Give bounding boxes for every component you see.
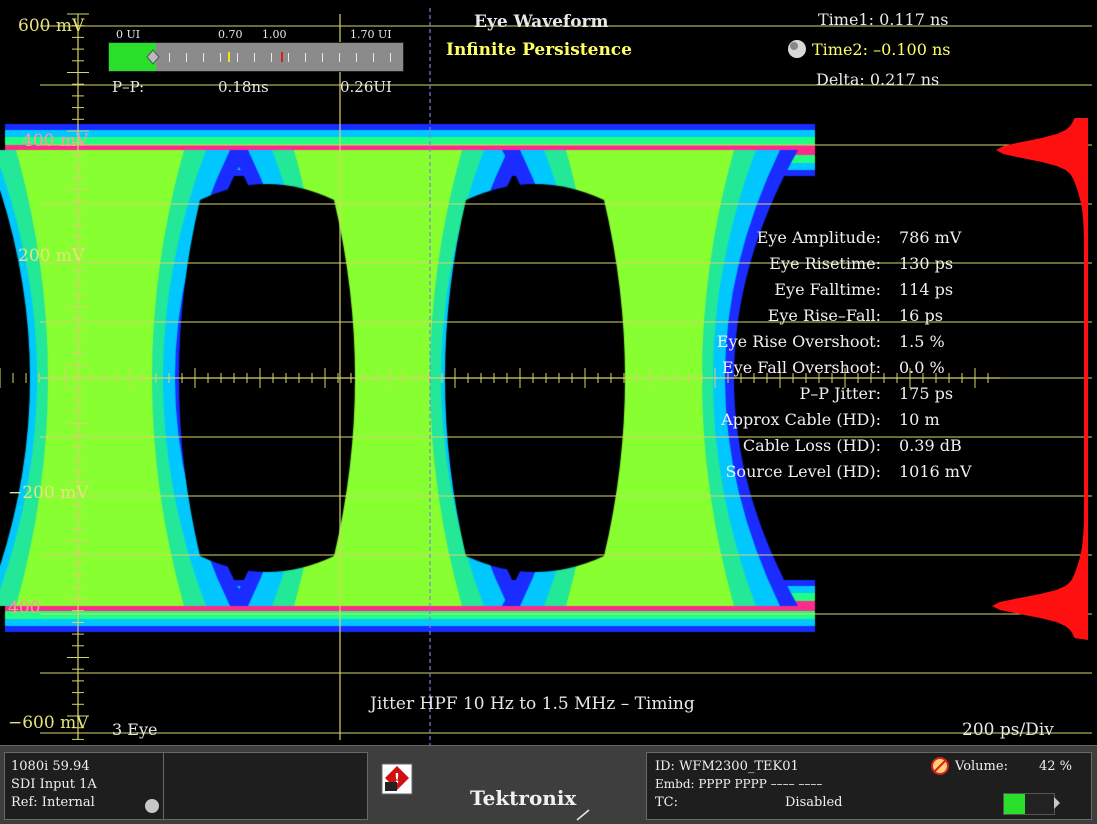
measurement-label: Source Level (HD): <box>725 462 881 481</box>
measurement-label: Eye Rise Overshoot: <box>716 332 881 351</box>
timebase-label: 200 ps/Div <box>962 720 1054 740</box>
measurement-row: Cable Loss (HD): 0.39 dB <box>581 434 989 458</box>
volume-label: Volume: <box>955 759 1008 774</box>
measurement-label: P–P Jitter: <box>799 384 881 403</box>
y-label-bottom: −600 mV <box>8 713 89 733</box>
input-name: SDI Input 1A <box>11 777 97 792</box>
ruler-tick <box>356 53 357 62</box>
input-status-panel: 1080i 59.94 SDI Input 1A Ref: Internal <box>4 752 368 820</box>
measurement-row: Eye Falltime: 114 ps <box>581 278 989 302</box>
display-title: Eye Waveform <box>474 12 609 32</box>
y-label-upper: 200 mV <box>18 246 85 266</box>
instrument-status-panel: ID: WFM2300_TEK01 Embd: PPPP PPPP –––– –… <box>646 752 1092 820</box>
measurement-row: Eye Rise–Fall: 16 ps <box>581 304 989 328</box>
measurement-value: 0.39 dB <box>899 436 962 455</box>
speaker-mute-icon[interactable] <box>931 757 949 775</box>
display-mode: Infinite Persistence <box>446 40 632 60</box>
measurement-value: 0.0 % <box>899 358 945 377</box>
measurement-value: 1.5 % <box>899 332 945 351</box>
ruler-tick <box>237 53 238 62</box>
brand-logo: Tektronix <box>470 786 577 810</box>
ruler-tick <box>254 53 255 62</box>
y-label-top: 600 mV <box>18 16 85 36</box>
amplitude-histogram <box>992 118 1088 640</box>
measurement-value: 175 ps <box>899 384 954 403</box>
pp-ns-value: 0.18ns <box>218 78 269 96</box>
measurement-value: 16 ps <box>899 306 943 325</box>
measurement-label: Approx Cable (HD): <box>721 410 881 429</box>
measurement-label: Eye Risetime: <box>769 254 881 273</box>
status-bar: 1080i 59.94 SDI Input 1A Ref: Internal !… <box>0 745 1097 824</box>
measurement-value: 786 mV <box>899 228 962 247</box>
ruler-label-2: 1.00 <box>262 28 287 41</box>
instrument-id: ID: WFM2300_TEK01 <box>655 759 799 774</box>
measurement-row: Eye Fall Overshoot: 0.0 % <box>581 356 989 380</box>
ruler-tick <box>288 53 289 62</box>
cursor-time1: Time1: 0.117 ns <box>818 10 949 29</box>
measurement-row: Source Level (HD): 1016 mV <box>581 460 989 484</box>
y-label-upper-edge: 400 mV <box>22 131 89 151</box>
measurement-row: Approx Cable (HD): 10 m <box>581 408 989 432</box>
measurement-row: P–P Jitter: 175 ps <box>581 382 989 406</box>
measurement-value: 114 ps <box>899 280 954 299</box>
ruler-tick <box>373 53 374 62</box>
ruler-tick <box>169 53 170 62</box>
cursor-time2: Time2: –0.100 ns <box>812 40 951 59</box>
measurement-row: Eye Amplitude: 786 mV <box>581 226 989 250</box>
measurement-label: Eye Rise–Fall: <box>767 306 881 325</box>
tc-label: TC: <box>655 795 678 810</box>
ruler-label-3: 1.70 UI <box>350 28 392 41</box>
embedded-audio: Embd: PPPP PPPP –––– –––– <box>655 777 823 791</box>
ruler-label-1: 0.70 <box>218 28 243 41</box>
ui-ruler[interactable] <box>108 42 404 72</box>
eye-waveform-display: 600 mV 400 mV 200 mV −200 mV 400 −600 mV… <box>0 0 1097 745</box>
ruler-tick <box>339 53 340 62</box>
measurement-label: Cable Loss (HD): <box>742 436 881 455</box>
cursor-delta: Delta: 0.217 ns <box>816 70 940 89</box>
reference: Ref: Internal <box>11 795 95 810</box>
eye-mode-label: 3 Eye <box>112 720 158 739</box>
jitter-filter-label: Jitter HPF 10 Hz to 1.5 MHz – Timing <box>370 694 695 714</box>
warning-icon[interactable]: ! <box>380 762 414 796</box>
y-label-lower-edge: 400 <box>8 598 41 618</box>
volume-bar-icon <box>1003 793 1055 815</box>
y-label-lower: −200 mV <box>8 483 89 503</box>
measurement-label: Eye Fall Overshoot: <box>721 358 881 377</box>
ruler-label-0: 0 UI <box>116 28 141 41</box>
volume-value: 42 % <box>1039 759 1073 774</box>
pp-label: P–P: <box>112 78 145 96</box>
ruler-tick <box>271 53 272 62</box>
measurement-label: Eye Amplitude: <box>756 228 881 247</box>
volume-bar-cap <box>1054 797 1060 809</box>
tc-value: Disabled <box>785 795 843 810</box>
logo-swoosh <box>576 809 590 821</box>
measurement-value: 1016 mV <box>899 462 972 481</box>
pp-ui-value: 0.26UI <box>340 78 392 96</box>
video-format: 1080i 59.94 <box>11 759 90 774</box>
measurement-label: Eye Falltime: <box>774 280 881 299</box>
knob-icon[interactable] <box>786 38 808 60</box>
ruler-tick <box>305 53 306 62</box>
measurement-value: 130 ps <box>899 254 954 273</box>
ruler-tick <box>186 53 187 62</box>
ruler-tick <box>220 53 221 62</box>
ruler-tick <box>203 53 204 62</box>
measurement-row: Eye Rise Overshoot: 1.5 % <box>581 330 989 354</box>
measurement-value: 10 m <box>899 410 940 429</box>
ruler-marker <box>146 49 283 65</box>
ref-indicator-icon <box>145 799 159 813</box>
measurement-row: Eye Risetime: 130 ps <box>581 252 989 276</box>
ruler-tick <box>322 53 323 62</box>
ruler-tick <box>390 53 391 62</box>
